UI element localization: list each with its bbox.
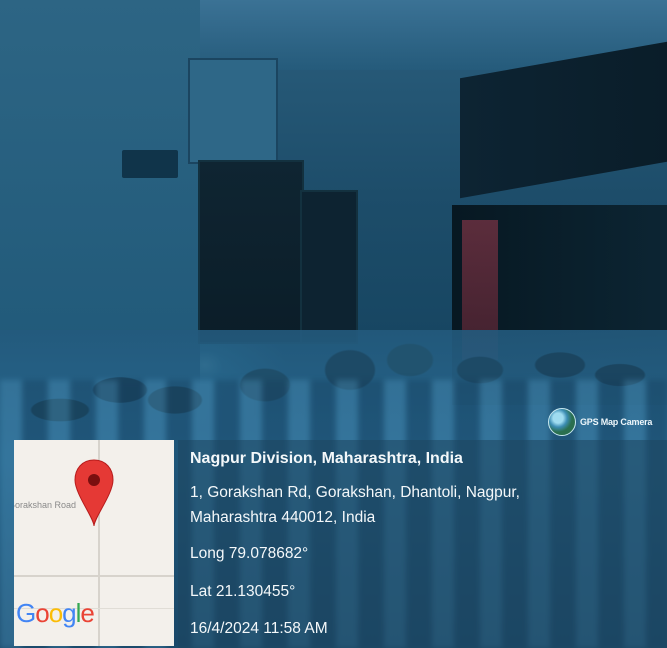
location-info-panel: Nagpur Division, Maharashtra, India 1, G… bbox=[178, 440, 667, 648]
watermark-label: GPS Map Camera bbox=[580, 417, 653, 427]
map-pin-icon bbox=[74, 459, 114, 527]
google-logo: Google bbox=[16, 598, 95, 628]
address-line-2: Maharashtra 440012, India bbox=[190, 509, 376, 526]
gps-map-camera-watermark: GPS Map Camera bbox=[548, 408, 652, 436]
location-title: Nagpur Division, Maharashtra, India bbox=[190, 450, 463, 467]
map-road bbox=[14, 575, 174, 577]
globe-icon bbox=[548, 408, 576, 436]
map-thumbnail: Gorakshan Road Google bbox=[14, 440, 174, 646]
timestamp: 16/4/2024 11:58 AM bbox=[190, 620, 328, 637]
address-line-1: 1, Gorakshan Rd, Gorakshan, Dhantoli, Na… bbox=[190, 484, 520, 501]
map-road-label: Gorakshan Road bbox=[14, 500, 77, 510]
wall-fixture bbox=[122, 150, 178, 178]
notice-board bbox=[198, 160, 304, 344]
notice-board-small bbox=[300, 190, 358, 344]
wall-frame bbox=[188, 58, 278, 164]
longitude: Long 79.078682° bbox=[190, 545, 309, 562]
latitude: Lat 21.130455° bbox=[190, 583, 296, 600]
